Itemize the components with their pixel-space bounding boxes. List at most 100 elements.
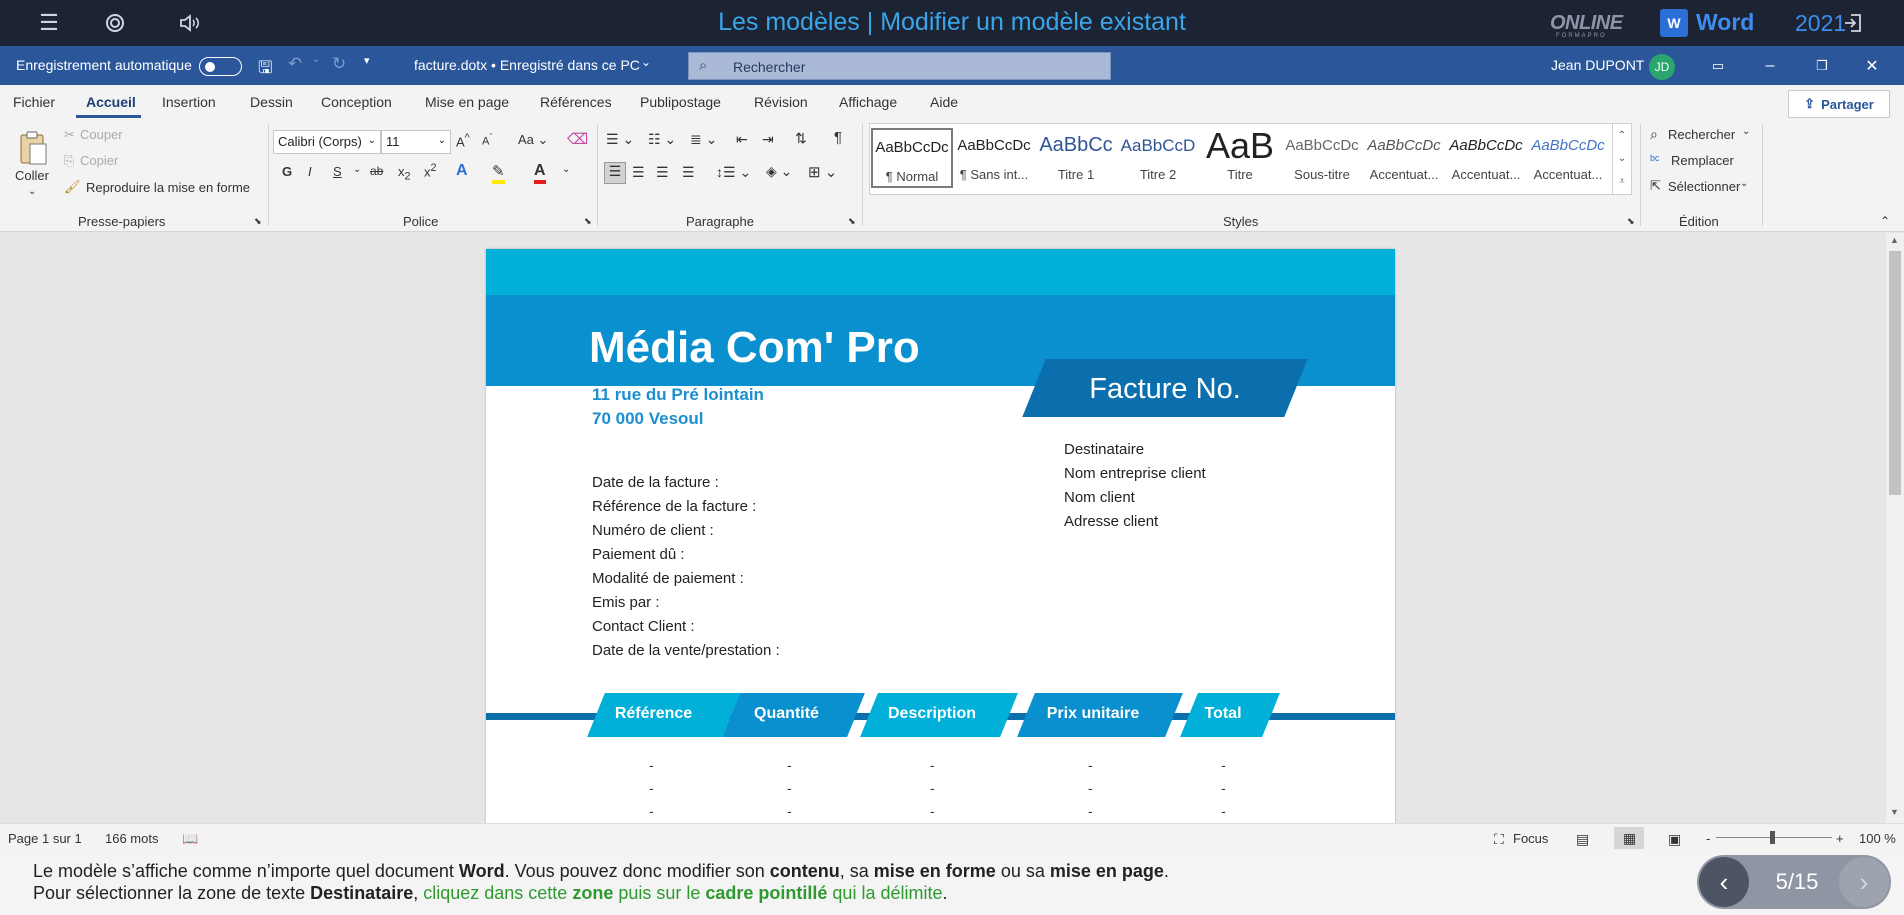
facture-number-label[interactable]: Facture No. bbox=[1034, 373, 1296, 406]
invoice-field[interactable]: Date de la vente/prestation : bbox=[592, 642, 780, 659]
zoom-in-icon[interactable]: + bbox=[1836, 831, 1844, 846]
text-effects-icon[interactable]: A bbox=[456, 162, 468, 180]
font-size-select[interactable]: 11 ⌄ bbox=[381, 130, 451, 154]
tab-accueil[interactable]: Accueil bbox=[86, 94, 136, 110]
scroll-down-icon[interactable]: ⌄ bbox=[1613, 147, 1631, 170]
invoice-field[interactable]: Numéro de client : bbox=[592, 522, 714, 539]
focus-button[interactable]: Focus bbox=[1513, 831, 1548, 846]
web-layout-icon[interactable]: ▣ bbox=[1668, 831, 1681, 848]
tab-mise-en-page[interactable]: Mise en page bbox=[425, 94, 509, 110]
file-menu-chevron-icon[interactable]: ⌄ bbox=[641, 55, 651, 69]
superscript-icon[interactable]: x2 bbox=[424, 162, 437, 179]
ribbon-display-icon[interactable]: ▭ bbox=[1704, 53, 1732, 79]
redo-icon[interactable]: ↻ bbox=[332, 54, 346, 74]
replace-button[interactable]: Remplacer bbox=[1671, 153, 1734, 168]
invoice-field[interactable]: Paiement dû : bbox=[592, 546, 685, 563]
document-page[interactable]: Média Com' Pro Facture No. 11 rue du Pré… bbox=[486, 249, 1395, 823]
tab-publipostage[interactable]: Publipostage bbox=[640, 94, 721, 110]
style-titre[interactable]: AaB Titre bbox=[1199, 125, 1281, 188]
print-layout-icon[interactable]: ▦ bbox=[1614, 827, 1644, 849]
file-name[interactable]: facture.dotx • Enregistré dans ce PC bbox=[414, 57, 640, 73]
increase-indent-icon[interactable]: ⇥ bbox=[762, 131, 774, 148]
font-color-icon[interactable]: A bbox=[534, 162, 546, 184]
style-normal[interactable]: AaBbCcDc ¶ Normal bbox=[871, 128, 953, 188]
font-color-dropdown-icon[interactable]: ⌄ bbox=[562, 164, 570, 175]
invoice-field[interactable]: Emis par : bbox=[592, 594, 660, 611]
styles-launcher-icon[interactable]: ⬊ bbox=[1627, 216, 1635, 227]
line-spacing-icon[interactable]: ↕☰ ⌄ bbox=[716, 164, 751, 181]
tab-insertion[interactable]: Insertion bbox=[162, 94, 216, 110]
strikethrough-icon[interactable]: ab bbox=[370, 164, 383, 178]
borders-icon[interactable]: ⊞ ⌄ bbox=[808, 163, 837, 181]
paste-dropdown-icon[interactable]: ⌄ bbox=[28, 186, 36, 197]
autosave-toggle[interactable] bbox=[199, 57, 242, 76]
decrease-indent-icon[interactable]: ⇤ bbox=[736, 131, 748, 148]
grow-font-icon[interactable]: A^ bbox=[456, 132, 470, 149]
minimize-icon[interactable]: – bbox=[1756, 53, 1784, 79]
tab-aide[interactable]: Aide bbox=[930, 94, 958, 110]
zoom-level[interactable]: 100 % bbox=[1859, 831, 1896, 846]
tab-references[interactable]: Références bbox=[540, 94, 612, 110]
clipboard-launcher-icon[interactable]: ⬊ bbox=[254, 216, 262, 227]
focus-icon[interactable]: ⛶ bbox=[1494, 831, 1504, 848]
restore-icon[interactable]: ❐ bbox=[1808, 53, 1836, 79]
word-count[interactable]: 166 mots bbox=[105, 831, 158, 846]
more-styles-icon[interactable]: ⩡ bbox=[1613, 170, 1631, 193]
underline-button[interactable]: S bbox=[333, 164, 342, 179]
close-icon[interactable]: ✕ bbox=[1858, 53, 1886, 79]
multilevel-list-icon[interactable]: ≣ ⌄ bbox=[690, 131, 717, 148]
style-sans-interligne[interactable]: AaBbCcDc ¶ Sans int... bbox=[953, 128, 1035, 188]
align-left-icon[interactable]: ☰ bbox=[604, 162, 626, 184]
invoice-field[interactable]: Date de la facture : bbox=[592, 474, 719, 491]
company-address-line[interactable]: 70 000 Vesoul bbox=[592, 409, 704, 429]
highlight-icon[interactable]: ✎ bbox=[492, 162, 505, 184]
align-right-icon[interactable]: ☰ bbox=[656, 164, 669, 181]
style-titre-1[interactable]: AaBbCc Titre 1 bbox=[1035, 128, 1117, 188]
shrink-font-icon[interactable]: Aˇ bbox=[482, 132, 492, 148]
bold-button[interactable]: G bbox=[282, 164, 292, 179]
undo-icon[interactable]: ↶ bbox=[288, 54, 302, 74]
next-step-button[interactable]: › bbox=[1839, 857, 1889, 907]
scroll-up-icon[interactable]: ▲ bbox=[1890, 235, 1899, 245]
subscript-icon[interactable]: x2 bbox=[398, 164, 411, 183]
avatar[interactable]: JD bbox=[1649, 54, 1675, 80]
read-mode-icon[interactable]: ▤ bbox=[1576, 831, 1589, 848]
clear-format-icon[interactable]: ⌫ bbox=[567, 130, 588, 148]
bullets-icon[interactable]: ☰ ⌄ bbox=[606, 131, 634, 148]
scroll-up-icon[interactable]: ⌃ bbox=[1613, 124, 1631, 147]
paragraph-launcher-icon[interactable]: ⬊ bbox=[848, 216, 856, 227]
tab-affichage[interactable]: Affichage bbox=[839, 94, 897, 110]
user-name[interactable]: Jean DUPONT bbox=[1551, 57, 1644, 73]
vertical-scrollbar[interactable]: ▲ ▼ bbox=[1886, 233, 1904, 823]
zoom-out-icon[interactable]: - bbox=[1706, 831, 1710, 846]
numbering-icon[interactable]: ☷ ⌄ bbox=[648, 131, 676, 148]
sort-icon[interactable]: ⇅ bbox=[795, 130, 807, 147]
paste-icon[interactable] bbox=[18, 130, 48, 166]
show-marks-icon[interactable]: ¶ bbox=[834, 129, 842, 146]
style-titre-2[interactable]: AaBbCcD Titre 2 bbox=[1117, 128, 1199, 188]
invoice-field[interactable]: Modalité de paiement : bbox=[592, 570, 744, 587]
style-sous-titre[interactable]: AaBbCcDc Sous-titre bbox=[1281, 128, 1363, 188]
tab-fichier[interactable]: Fichier bbox=[13, 94, 55, 110]
paste-button[interactable]: Coller bbox=[15, 168, 49, 183]
styles-scroll[interactable]: ⌃ ⌄ ⩡ bbox=[1612, 124, 1631, 194]
select-button[interactable]: Sélectionner bbox=[1668, 179, 1740, 194]
proofing-icon[interactable]: 📖 bbox=[182, 831, 198, 847]
customize-toolbar-icon[interactable]: ▾ bbox=[364, 54, 370, 67]
style-accentuation-intense[interactable]: AaBbCcDc Accentuat... bbox=[1527, 128, 1609, 188]
company-name[interactable]: Média Com' Pro bbox=[589, 323, 920, 373]
scrollbar-thumb[interactable] bbox=[1889, 251, 1901, 495]
change-case-icon[interactable]: Aa ⌄ bbox=[518, 132, 548, 148]
shading-icon[interactable]: ◈ ⌄ bbox=[766, 163, 792, 180]
tab-dessin[interactable]: Dessin bbox=[250, 94, 293, 110]
justify-icon[interactable]: ☰ bbox=[682, 164, 695, 181]
align-center-icon[interactable]: ☰ bbox=[632, 164, 645, 181]
font-launcher-icon[interactable]: ⬊ bbox=[584, 216, 592, 227]
copy-button[interactable]: Copier bbox=[80, 153, 118, 168]
page-count[interactable]: Page 1 sur 1 bbox=[8, 831, 82, 846]
invoice-field[interactable]: Contact Client : bbox=[592, 618, 695, 635]
italic-button[interactable]: I bbox=[308, 164, 312, 179]
previous-step-button[interactable]: ‹ bbox=[1699, 857, 1749, 907]
style-accentuation-legere[interactable]: AaBbCcDc Accentuat... bbox=[1363, 128, 1445, 188]
find-dropdown-icon[interactable]: ⌄ bbox=[1742, 126, 1750, 137]
